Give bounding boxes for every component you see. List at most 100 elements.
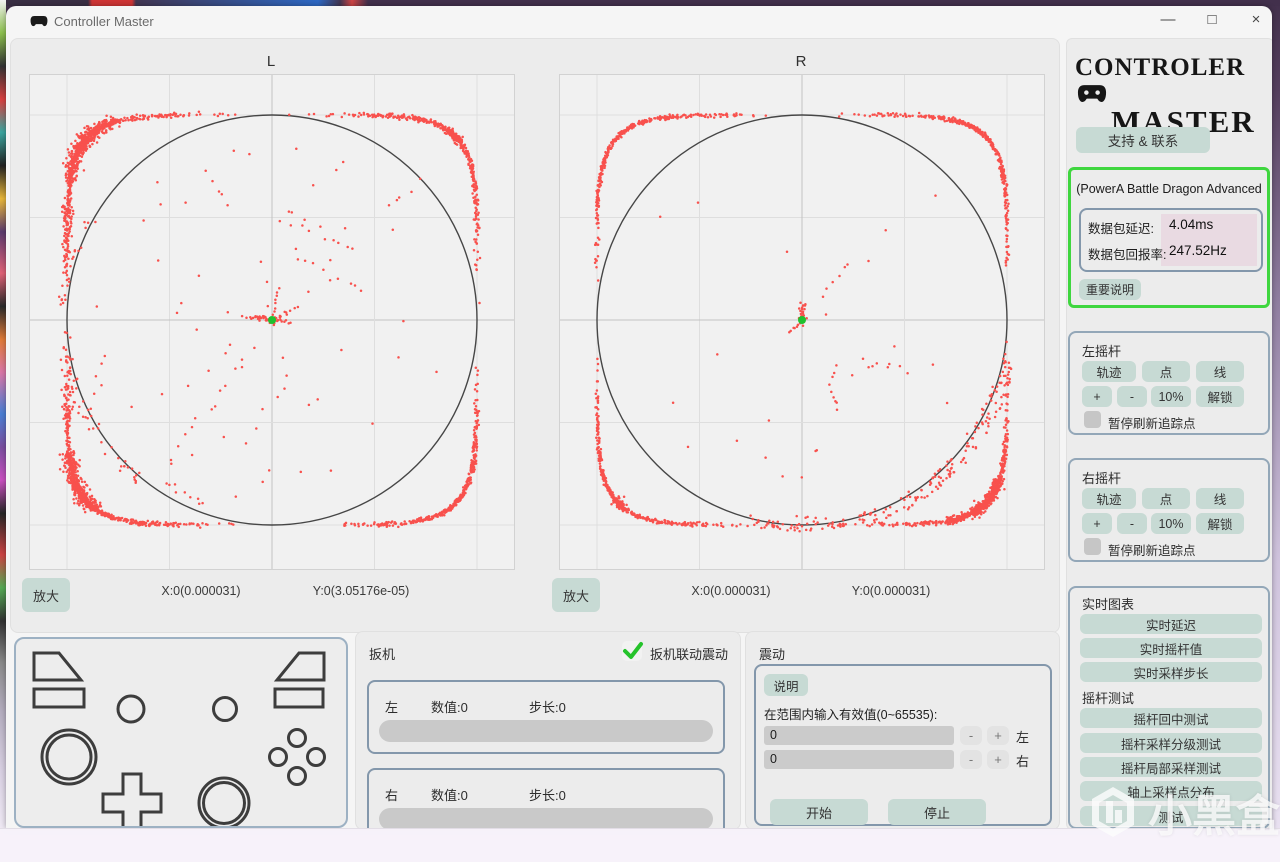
vibration-left-minus-button[interactable]: - bbox=[960, 726, 982, 745]
trigger-panel: 扳机 扳机联动震动 左 数值:0 步长:0 右 数值:0 步长:0 bbox=[355, 631, 741, 828]
gamepad-icon bbox=[30, 15, 48, 27]
right-trigger-value: 数值:0 bbox=[431, 788, 468, 803]
app-window: Controller Master — □ × L R 放大 X:0(0.000… bbox=[6, 6, 1272, 828]
packet-latency-label: 数据包延迟: bbox=[1088, 222, 1154, 236]
axis-sample-distribution-button[interactable]: 轴上采样点分布 bbox=[1080, 781, 1262, 801]
right-stick-minus-button[interactable]: - bbox=[1117, 513, 1147, 534]
right-plot-title: R bbox=[795, 53, 807, 70]
packet-stats-box: 数据包延迟: 4.04ms 数据包回报率: 247.52Hz bbox=[1079, 208, 1263, 272]
right-x-readout: X:0(0.000031) bbox=[691, 584, 771, 598]
vibration-box: 说明 在范围内输入有效值(0~65535): 0 - + 左 0 - + 右 开… bbox=[754, 664, 1052, 826]
left-stick-minus-button[interactable]: - bbox=[1117, 386, 1147, 407]
right-stick-title: 右摇杆 bbox=[1082, 471, 1122, 486]
realtime-latency-button[interactable]: 实时延迟 bbox=[1080, 614, 1262, 634]
stick-centering-test-button[interactable]: 摇杆回中测试 bbox=[1080, 708, 1262, 728]
right-stick-pause-label: 暂停刷新追踪点 bbox=[1108, 544, 1196, 558]
vibration-start-button[interactable]: 开始 bbox=[770, 799, 868, 825]
left-plot-title: L bbox=[266, 53, 276, 70]
realtime-stick-value-button[interactable]: 实时摇杆值 bbox=[1080, 638, 1262, 658]
support-contact-button[interactable]: 支持 & 联系 bbox=[1076, 127, 1210, 153]
left-stick-unlock-button[interactable]: 解锁 bbox=[1196, 386, 1244, 407]
left-stick-percent-button[interactable]: 10% bbox=[1151, 386, 1191, 407]
right-stick-plus-button[interactable]: + bbox=[1082, 513, 1112, 534]
left-stick-inner-shape bbox=[45, 733, 93, 781]
app-logo: CONTROLER MASTER bbox=[1075, 55, 1267, 138]
window-title: Controller Master bbox=[54, 14, 154, 29]
trigger-vibration-link-label: 扳机联动震动 bbox=[650, 647, 729, 662]
vibration-panel: 震动 说明 在范围内输入有效值(0~65535): 0 - + 左 0 - + … bbox=[745, 631, 1060, 828]
left-stick-lines-button[interactable]: 线 bbox=[1196, 361, 1244, 382]
stick-local-sampling-test-button[interactable]: 摇杆局部采样测试 bbox=[1080, 757, 1262, 777]
realtime-section-title: 实时图表 bbox=[1082, 597, 1135, 612]
right-stick-inner-shape bbox=[202, 781, 246, 825]
minimize-button[interactable]: — bbox=[1154, 9, 1182, 31]
right-stick-controls: 右摇杆 轨迹 点 线 + - 10% 解锁 暂停刷新追踪点 bbox=[1068, 458, 1270, 562]
vibration-right-plus-button[interactable]: + bbox=[987, 750, 1009, 769]
right-stick-unlock-button[interactable]: 解锁 bbox=[1196, 513, 1244, 534]
right-stick-lines-button[interactable]: 线 bbox=[1196, 488, 1244, 509]
vibration-panel-title: 震动 bbox=[759, 647, 786, 662]
left-stick-controls: 左摇杆 轨迹 点 线 + - 10% 解锁 暂停刷新追踪点 bbox=[1068, 331, 1270, 435]
left-trigger-shape bbox=[32, 651, 85, 682]
right-trigger-step: 步长:0 bbox=[529, 788, 566, 803]
left-stick-plus-button[interactable]: + bbox=[1082, 386, 1112, 407]
left-stick-dots-button[interactable]: 点 bbox=[1142, 361, 1190, 382]
right-trigger-label: 右 bbox=[385, 788, 399, 803]
trigger-vibration-link-checkbox[interactable] bbox=[622, 641, 643, 661]
logo-line1: CONTROLER bbox=[1075, 55, 1267, 107]
close-button[interactable]: × bbox=[1242, 9, 1270, 31]
right-zoom-button[interactable]: 放大 bbox=[552, 578, 600, 612]
left-stick-outer-shape bbox=[40, 728, 98, 786]
check-icon bbox=[623, 642, 643, 659]
extra-test-button[interactable]: 测试 bbox=[1080, 806, 1262, 826]
maximize-button[interactable]: □ bbox=[1198, 9, 1226, 31]
tests-section-title: 摇杆测试 bbox=[1082, 691, 1135, 706]
packet-rate-value: 247.52Hz bbox=[1169, 243, 1227, 258]
vibration-stop-button[interactable]: 停止 bbox=[888, 799, 986, 825]
stick-sampling-grade-test-button[interactable]: 摇杆采样分级测试 bbox=[1080, 733, 1262, 753]
left-trigger-box: 左 数值:0 步长:0 bbox=[367, 680, 725, 754]
vibration-left-label: 左 bbox=[1016, 730, 1030, 745]
left-stick-title: 左摇杆 bbox=[1082, 344, 1122, 359]
vibration-left-input[interactable]: 0 bbox=[764, 726, 954, 745]
vibration-help-button[interactable]: 说明 bbox=[764, 674, 808, 696]
left-bumper-shape bbox=[32, 687, 86, 709]
left-trigger-label: 左 bbox=[385, 700, 399, 715]
right-stick-percent-button[interactable]: 10% bbox=[1151, 513, 1191, 534]
right-trigger-bar bbox=[379, 808, 713, 828]
dpad-shape bbox=[101, 772, 163, 826]
left-trigger-step: 步长:0 bbox=[529, 700, 566, 715]
left-stick-trace-button[interactable]: 轨迹 bbox=[1082, 361, 1136, 382]
controller-diagram bbox=[32, 651, 326, 826]
right-stick-trace-button[interactable]: 轨迹 bbox=[1082, 488, 1136, 509]
left-stick-pause-label: 暂停刷新追踪点 bbox=[1108, 417, 1196, 431]
button-a-shape bbox=[287, 766, 307, 786]
right-trigger-box: 右 数值:0 步长:0 bbox=[367, 768, 725, 828]
packet-latency-value: 4.04ms bbox=[1169, 217, 1214, 232]
vibration-hint: 在范围内输入有效值(0~65535): bbox=[764, 708, 938, 722]
left-x-readout: X:0(0.000031) bbox=[161, 584, 241, 598]
left-stick-pause-checkbox[interactable] bbox=[1084, 411, 1101, 428]
left-trigger-bar bbox=[379, 720, 713, 742]
start-button-shape bbox=[212, 696, 238, 722]
logo-gamepad-icon bbox=[1077, 85, 1107, 102]
vibration-left-plus-button[interactable]: + bbox=[987, 726, 1009, 745]
vibration-right-minus-button[interactable]: - bbox=[960, 750, 982, 769]
realtime-sample-step-button[interactable]: 实时采样步长 bbox=[1080, 662, 1262, 682]
back-button-shape bbox=[116, 694, 146, 724]
button-x-shape bbox=[268, 747, 288, 767]
desktop: Controller Master — □ × L R 放大 X:0(0.000… bbox=[0, 0, 1280, 862]
right-stick-outer-shape bbox=[197, 776, 251, 826]
right-stick-pause-checkbox[interactable] bbox=[1084, 538, 1101, 555]
right-bumper-shape bbox=[273, 687, 325, 709]
vibration-right-input[interactable]: 0 bbox=[764, 750, 954, 769]
right-y-readout: Y:0(0.000031) bbox=[851, 584, 931, 598]
device-info-box: (PowerA Battle Dragon Advanced 数据包延迟: 4.… bbox=[1068, 167, 1270, 308]
right-stick-plot bbox=[559, 74, 1045, 570]
packet-rate-label: 数据包回报率: bbox=[1088, 248, 1167, 262]
important-notes-button[interactable]: 重要说明 bbox=[1079, 279, 1141, 300]
trigger-panel-title: 扳机 bbox=[369, 647, 396, 662]
controller-diagram-panel bbox=[14, 637, 348, 828]
left-zoom-button[interactable]: 放大 bbox=[22, 578, 70, 612]
right-stick-dots-button[interactable]: 点 bbox=[1142, 488, 1190, 509]
